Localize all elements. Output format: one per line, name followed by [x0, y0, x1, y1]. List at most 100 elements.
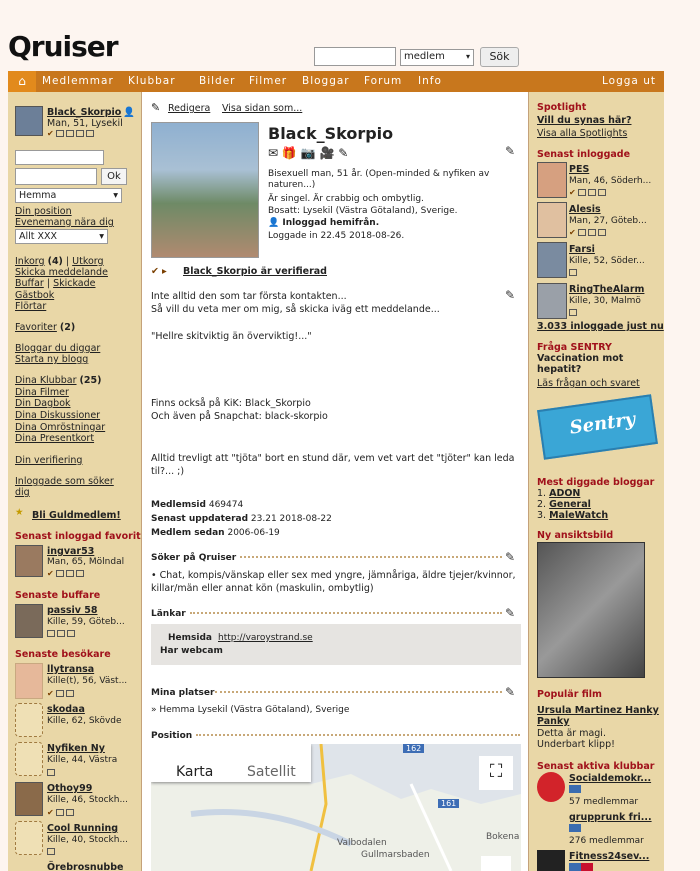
view-as-link[interactable]: Visa sidan som... [222, 103, 302, 114]
blog-link-3[interactable]: MaleWatch [549, 510, 608, 521]
profile-photo[interactable] [151, 122, 259, 258]
password-field[interactable] [15, 168, 97, 185]
spotlight-all[interactable]: Visa alla Spotlights [537, 128, 627, 139]
favorite-avatar[interactable] [15, 545, 43, 577]
login-field[interactable] [15, 150, 104, 165]
favorite-name[interactable]: ingvar53 [47, 546, 94, 557]
ok-button[interactable]: Ok [101, 168, 127, 185]
my-diary-link[interactable]: Din Dagbok [15, 398, 71, 409]
visitor-name-4[interactable]: Othoy99 [47, 783, 92, 794]
nav-info[interactable]: Info [418, 75, 442, 87]
recent-avatar-2[interactable] [537, 202, 567, 238]
my-discussions-link[interactable]: Dina Diskussioner [15, 410, 100, 421]
search-input[interactable] [314, 47, 396, 66]
edit-icon[interactable]: ✎ [505, 606, 515, 620]
site-logo[interactable]: Qruiser [8, 30, 119, 63]
buffer-avatar[interactable] [15, 604, 43, 638]
visitor-name-1[interactable]: llytransa [47, 664, 94, 675]
edit-icon[interactable]: ✎ [505, 144, 515, 158]
pegman-icon[interactable] [481, 856, 511, 871]
outbox-link[interactable]: Utkorg [72, 256, 103, 267]
searching-you-link[interactable]: Inloggade som söker dig [15, 476, 130, 498]
recent-name-2[interactable]: Alesis [569, 204, 601, 215]
homepage-link[interactable]: http://varoystrand.se [218, 633, 313, 643]
gift-icon[interactable]: 🎁 [282, 146, 297, 160]
note-icon[interactable]: ✎ [338, 146, 348, 160]
verified-link[interactable]: Black_Skorpio är verifierad [183, 266, 327, 277]
edit-icon[interactable]: ✎ [505, 288, 515, 302]
visitor-avatar-1[interactable] [15, 663, 43, 699]
visitor-name-6[interactable]: Örebrosnubbe [47, 862, 123, 871]
edit-icon[interactable]: ✎ [505, 685, 515, 699]
club-name-1[interactable]: Socialdemokr... [569, 773, 651, 784]
buffar-link[interactable]: Buffar [15, 278, 44, 289]
gift-cards-link[interactable]: Dina Presentkort [15, 433, 94, 444]
map-type-satellite[interactable]: Satellit [247, 764, 296, 780]
blog-link-2[interactable]: General [549, 499, 591, 510]
inbox-link[interactable]: Inkorg [15, 256, 45, 267]
nav-bloggar[interactable]: Bloggar [302, 75, 350, 87]
nav-filmer[interactable]: Filmer [249, 75, 287, 87]
recent-avatar-1[interactable] [537, 162, 567, 198]
club-logo-3[interactable] [537, 850, 565, 871]
places-heading: Mina platser [151, 688, 215, 698]
visitor-name-5[interactable]: Cool Running [47, 823, 118, 834]
visitor-name-2[interactable]: skodaa [47, 704, 85, 715]
region-select[interactable]: Hemma ▾ [15, 188, 122, 203]
search-type-select[interactable]: medlem [400, 49, 474, 66]
user-avatar[interactable] [15, 106, 43, 136]
map-type-map[interactable]: Karta [176, 764, 213, 780]
visitor-name-3[interactable]: Nyfiken Ny [47, 743, 105, 754]
recent-name-3[interactable]: Farsi [569, 244, 595, 255]
visitor-avatar-2[interactable] [15, 703, 43, 737]
my-polls-link[interactable]: Dina Omröstningar [15, 422, 105, 433]
visitor-icons-3 [47, 767, 57, 778]
recent-name-4[interactable]: RingTheAlarm [569, 284, 644, 295]
club-name-2[interactable]: grupprunk fri... [569, 812, 652, 823]
verification-link[interactable]: Din verifiering [15, 455, 82, 466]
mail-icon[interactable]: ✉ [268, 146, 278, 160]
nav-forum[interactable]: Forum [364, 75, 402, 87]
spotlight-question[interactable]: Vill du synas här? [537, 115, 632, 126]
gold-member-link[interactable]: Bli Guldmedlem! [32, 510, 121, 521]
online-count[interactable]: 3.033 inloggade just nu [537, 321, 664, 332]
club-logo-1[interactable] [537, 772, 565, 802]
club-name-3[interactable]: Fitness24sev... [569, 851, 649, 862]
blog-link-1[interactable]: ADON [549, 488, 580, 499]
user-name-link[interactable]: Black_Skorpio [47, 107, 121, 118]
position-link[interactable]: Din position [15, 206, 72, 217]
guestbook-link[interactable]: Gästbok [15, 290, 54, 301]
recent-avatar-4[interactable] [537, 283, 567, 319]
recent-name-1[interactable]: PES [569, 164, 589, 175]
map[interactable]: Karta Satellit ⛶ 162 161 Valbodalen Gull… [151, 744, 521, 871]
flirts-link[interactable]: Flörtar [15, 301, 46, 312]
edit-link[interactable]: Redigera [168, 103, 210, 114]
edit-icon[interactable]: ✎ [505, 550, 515, 564]
film-title[interactable]: Ursula Martinez Hanky Panky [537, 705, 662, 727]
sentry-link[interactable]: Läs frågan och svaret [537, 378, 640, 389]
my-clubs-link[interactable]: Dina Klubbar [15, 375, 77, 386]
buffer-name[interactable]: passiv 58 [47, 605, 98, 616]
nav-klubbar[interactable]: Klubbar [128, 75, 176, 87]
nav-bilder[interactable]: Bilder [199, 75, 235, 87]
visitor-avatar-5[interactable] [15, 821, 43, 855]
category-select[interactable]: Allt XXX ▾ [15, 229, 108, 244]
recent-avatar-3[interactable] [537, 242, 567, 278]
send-message-link[interactable]: Skicka meddelande [15, 267, 108, 278]
favorites-link[interactable]: Favoriter [15, 322, 57, 333]
sent-link[interactable]: Skickade [53, 278, 95, 289]
fullscreen-icon[interactable]: ⛶ [479, 756, 513, 790]
new-face-photo[interactable] [537, 542, 645, 678]
home-icon[interactable]: ⌂ [8, 71, 36, 92]
logout-link[interactable]: Logga ut [602, 75, 656, 87]
nav-medlemmar[interactable]: Medlemmar [42, 75, 114, 87]
events-link[interactable]: Evenemang nära dig [15, 217, 114, 228]
visitor-avatar-4[interactable] [15, 782, 43, 816]
search-button[interactable]: Sök [480, 47, 519, 67]
my-films-link[interactable]: Dina Filmer [15, 387, 69, 398]
video-icon[interactable]: 🎥 [319, 146, 334, 160]
liked-blogs-link[interactable]: Bloggar du diggar [15, 343, 100, 354]
camera-icon[interactable]: 📷 [301, 146, 316, 160]
start-blog-link[interactable]: Starta ny blogg [15, 354, 88, 365]
visitor-avatar-3[interactable] [15, 742, 43, 776]
